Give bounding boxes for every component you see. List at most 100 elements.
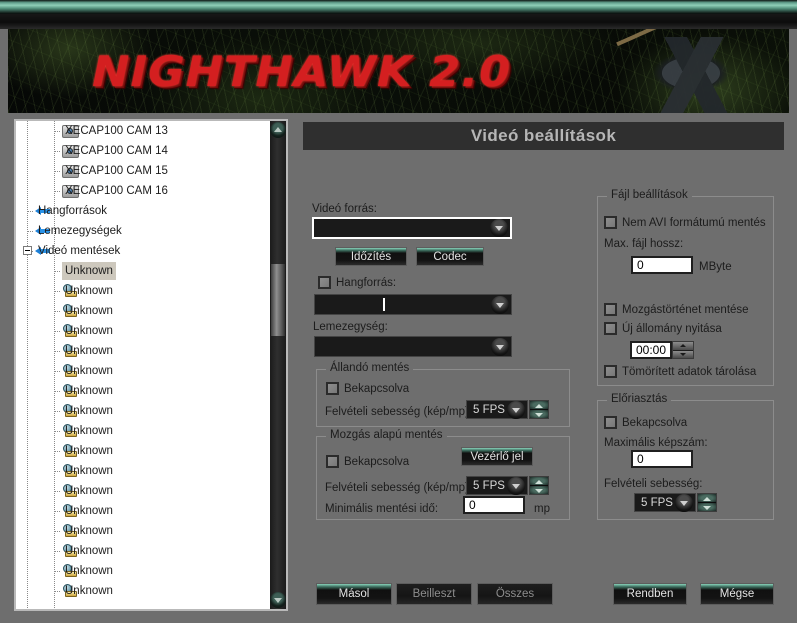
tree-scrollbar[interactable] [270,121,286,609]
chevron-down-icon[interactable] [488,219,510,237]
ok-button[interactable]: Rendben [613,583,687,605]
tree-item[interactable]: Lemezegységek [16,221,270,241]
audio-source-combo[interactable] [314,294,512,315]
tree-item[interactable]: Unknown [16,401,270,421]
paste-button[interactable]: Beilleszt [396,583,472,605]
non-avi-checkbox[interactable] [604,216,617,229]
tree-item[interactable]: Unknown [16,321,270,341]
cancel-button[interactable]: Mégse [700,583,774,605]
motion-fps-stepper[interactable] [529,476,549,495]
constant-fps-stepper[interactable] [529,400,549,419]
tree-expander-minus-icon[interactable] [23,246,32,255]
tree-item[interactable]: XECAP100 CAM 15 [16,161,270,181]
chevron-down-icon[interactable] [673,493,695,512]
disk-unit-combo[interactable] [314,336,512,357]
copy-button[interactable]: Másol [316,583,392,605]
tree-guide-line [55,171,61,172]
prealarm-enabled-checkbox[interactable] [604,416,617,429]
scroll-up-icon[interactable] [270,122,286,138]
window-bottom-edge [0,615,797,623]
scroll-down-icon[interactable] [270,592,286,608]
tree-item-label: Unknown [65,485,113,497]
tree-item[interactable]: Unknown [16,441,270,461]
tree-guide-line [55,391,61,392]
tree-item[interactable]: Unknown [16,381,270,401]
tree-item-label: Videó mentések [38,245,121,257]
tree-item-label: XECAP100 CAM 16 [65,185,168,197]
tree-guide-line [28,231,34,232]
tree-item[interactable]: Unknown [16,421,270,441]
tree-item[interactable]: Unknown [16,561,270,581]
motion-fps-combo[interactable]: 5 FPS [466,476,528,495]
all-button[interactable]: Összes [477,583,553,605]
new-file-time-input[interactable]: 00:00 [630,341,672,359]
chevron-down-icon[interactable] [489,337,511,356]
all-button-label: Összes [495,588,535,600]
tree-item[interactable]: Unknown [16,461,270,481]
window-right-edge [789,29,797,623]
tree-item[interactable]: Unknown [16,541,270,561]
motion-recording-title: Mozgás alapú mentés [326,429,447,441]
tree-item[interactable]: Unknown [16,301,270,321]
tree-guide-line [55,431,61,432]
motion-history-checkbox[interactable] [604,303,617,316]
max-file-length-input[interactable]: 0 [631,256,693,274]
disk-unit-label: Lemezegység: [313,321,388,333]
tree-item-label: Unknown [65,425,113,437]
prealarm-fps-stepper[interactable] [697,493,717,512]
motion-enabled-checkbox[interactable] [326,455,339,468]
tree-item-label: Unknown [62,262,116,280]
tree-item-label: Hangforrások [38,205,108,217]
tree-item[interactable]: Unknown [16,341,270,361]
tree-item[interactable]: XECAP100 CAM 16 [16,181,270,201]
device-tree[interactable]: XECAP100 CAM 13 XECAP100 CAM 14 XECAP100 C… [16,121,270,609]
max-file-length-unit: MByte [699,261,732,273]
chevron-down-icon[interactable] [505,476,527,495]
constant-enabled-checkbox[interactable] [326,382,339,395]
tree-item[interactable]: XECAP100 CAM 13 [16,121,270,141]
tree-item[interactable]: Unknown [16,281,270,301]
motion-min-time-value: 0 [469,498,476,512]
tree-item-label: Unknown [65,405,113,417]
tree-item[interactable]: Unknown [16,521,270,541]
tree-item-label: Unknown [65,505,113,517]
tree-scrollbar-thumb[interactable] [271,264,285,336]
tree-item[interactable]: Unknown [16,501,270,521]
tree-guide-line [55,151,61,152]
timing-button[interactable]: Időzítés [335,247,407,266]
audio-source-checkbox[interactable] [318,276,331,289]
window-menubar-strip [0,14,797,29]
tree-guide-line [55,371,61,372]
page-title: Videó beállítások [303,122,784,150]
new-file-label: Új állomány nyitása [622,323,722,335]
chevron-down-icon[interactable] [489,295,511,314]
constant-enabled-label: Bekapcsolva [344,383,410,395]
tree-item[interactable]: Videó mentések [16,241,270,261]
tree-item-label: Unknown [65,525,113,537]
app-logo-text: NIGHTHAWK 2.0 [92,46,512,96]
tree-item-label: Unknown [65,565,113,577]
motion-min-time-input[interactable]: 0 [463,496,525,514]
new-file-time-stepper[interactable] [672,341,694,359]
tree-item-label: Unknown [65,345,113,357]
tree-item-label: Unknown [65,365,113,377]
tree-item[interactable]: Unknown [16,261,270,281]
tree-item-label: Unknown [65,385,113,397]
compressed-storage-checkbox[interactable] [604,365,617,378]
tree-guide-line [55,271,61,272]
new-file-checkbox[interactable] [604,322,617,335]
text-caret [383,298,385,311]
chevron-down-icon[interactable] [505,400,527,419]
prealarm-fps-combo[interactable]: 5 FPS [634,493,696,512]
tree-item[interactable]: Unknown [16,361,270,381]
prealarm-max-frames-input[interactable]: 0 [631,450,693,468]
tree-item[interactable]: Unknown [16,481,270,501]
tree-item[interactable]: Unknown [16,581,270,601]
tree-item[interactable]: Hangforrások [16,201,270,221]
codec-button[interactable]: Codec [416,247,484,266]
trigger-signal-button[interactable]: Vezérlő jel [461,447,533,466]
constant-fps-combo[interactable]: 5 FPS [466,400,528,419]
video-source-combo[interactable] [312,217,512,239]
window-titlebar[interactable] [0,0,797,14]
tree-item[interactable]: XECAP100 CAM 14 [16,141,270,161]
